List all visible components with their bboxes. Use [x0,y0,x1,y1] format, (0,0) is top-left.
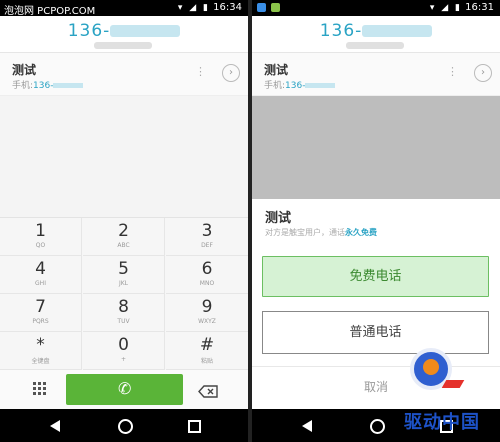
key-4[interactable]: 4 GHI [0,256,82,294]
key-8[interactable]: 8 TUV [83,294,165,332]
key-7[interactable]: 7 PQRS [0,294,82,332]
signal-icon: ◢ [441,3,451,13]
wifi-icon: ▾ [429,3,437,13]
free-call-button[interactable]: 免费电话 [262,256,489,297]
notification-icon [257,3,266,12]
blurred-digits [362,25,433,37]
backspace-icon[interactable] [198,383,218,398]
more-icon[interactable]: ⋮ [447,65,458,78]
wifi-icon: ▾ [177,3,185,13]
status-bar: ▾ ◢ ▮ 16:31 [252,0,500,16]
signal-icon: ◢ [189,3,199,13]
call-button[interactable]: ✆ [66,374,183,405]
key-6[interactable]: 6 MNO [166,256,248,294]
key-2[interactable]: 2 ABC [83,218,165,256]
status-time: 16:31 [465,2,494,13]
contact-name: 测试 [12,63,37,77]
dial-action-bar: ✆ [0,370,248,409]
dialed-number: 136- [252,21,500,41]
more-icon[interactable]: ⋮ [195,65,206,78]
contact-suggestion[interactable]: 测试 手机:136- ⋮ › [0,53,248,96]
blurred-location [94,42,152,49]
sheet-title: 测试 [265,211,292,226]
dim-overlay[interactable] [252,96,500,199]
back-icon[interactable] [302,420,312,432]
battery-icon: ▮ [203,3,210,13]
chevron-right-icon[interactable]: › [474,64,492,82]
home-icon[interactable] [118,419,133,434]
status-icons: ▾ ◢ ▮ [430,3,462,13]
android-icon [271,3,280,12]
contact-suggestion[interactable]: 测试 手机:136- ⋮ › [252,53,500,96]
key-9[interactable]: 9 WXYZ [166,294,248,332]
right-screen: ▾ ◢ ▮ 16:31 136- 测试 手机:136- ⋮ › 测试 对方是触宝… [252,0,500,442]
recents-icon[interactable] [188,420,201,433]
watermark-text: 泡泡网 PCPOP.COM [4,6,96,17]
navigation-bar [0,409,248,442]
key-hash[interactable]: # 粘贴 [166,332,248,370]
dialed-number-area: 136- [252,16,500,53]
key-1[interactable]: 1 QO [0,218,82,256]
status-time: 16:34 [213,2,242,13]
dialed-number: 136- [0,21,248,41]
watermark-logo: 驱动中国 [404,336,500,442]
key-0[interactable]: 0 + [83,332,165,370]
home-icon[interactable] [370,419,385,434]
empty-list-area [0,96,248,217]
phone-icon: ✆ [118,379,132,398]
contact-name: 测试 [264,63,289,77]
dial-keypad: 1 QO 2 ABC 3 DEF 4 GHI 5 JKL 6 MNO 7 PQRS 8 TUV … [0,217,248,370]
left-screen: 泡泡网 PCPOP.COM ▾ ◢ ▮ 16:34 136- 测试 手机:136… [0,0,248,442]
key-star[interactable]: * 全键盘 [0,332,82,370]
key-3[interactable]: 3 DEF [166,218,248,256]
dialpad-grid-icon[interactable] [33,382,46,395]
dialed-number-area: 136- [0,16,248,53]
battery-icon: ▮ [455,3,462,13]
status-icons: ▾ ◢ ▮ [178,3,210,13]
contact-phone: 手机:136- [12,78,84,91]
contact-phone: 手机:136- [264,78,336,91]
status-bar: 泡泡网 PCPOP.COM ▾ ◢ ▮ 16:34 [0,0,248,17]
watermark-text: 驱动中国 [404,412,480,433]
blurred-location [346,42,404,49]
back-icon[interactable] [50,420,60,432]
chevron-right-icon[interactable]: › [222,64,240,82]
sheet-description: 对方是触宝用户，通话永久免费 [265,228,377,237]
blurred-digits [110,25,181,37]
key-5[interactable]: 5 JKL [83,256,165,294]
